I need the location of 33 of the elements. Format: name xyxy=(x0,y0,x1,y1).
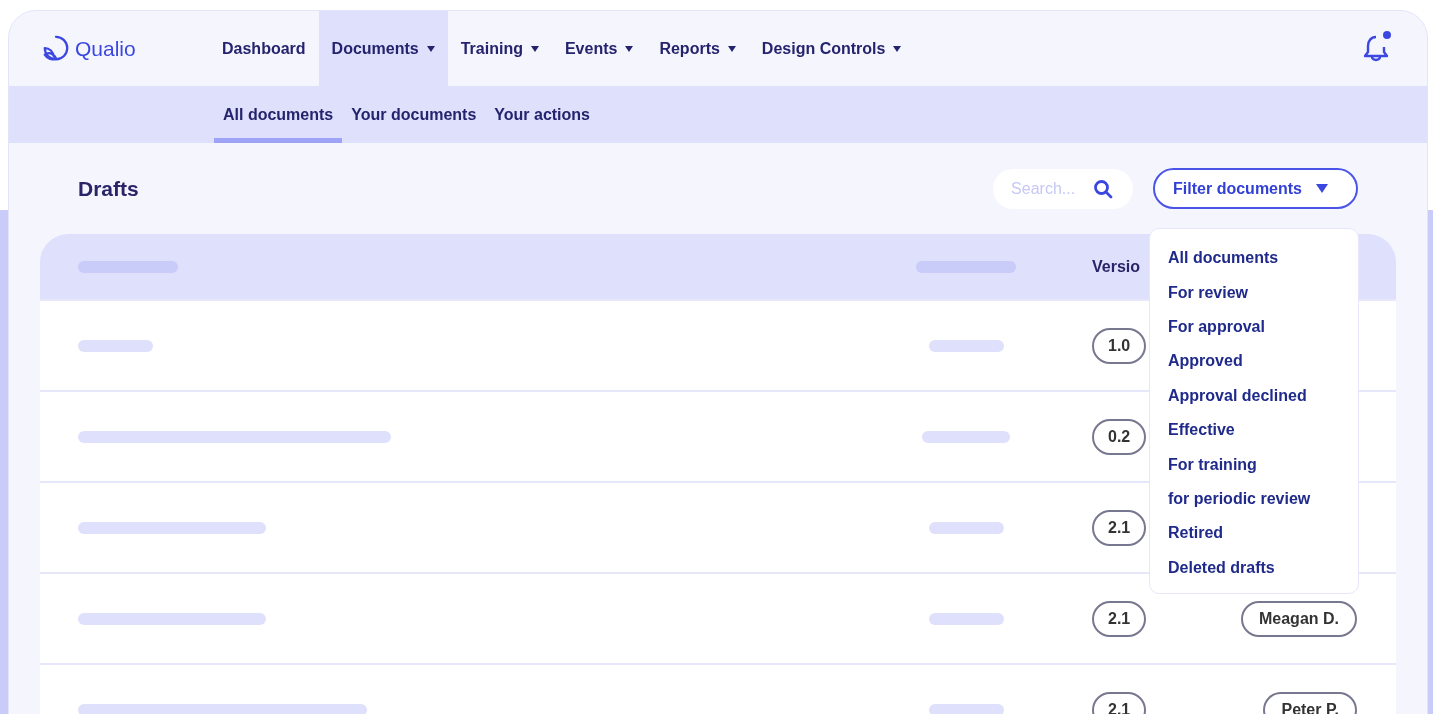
version-tag: 0.2 xyxy=(1092,418,1147,455)
filter-option[interactable]: Approved xyxy=(1150,344,1358,379)
owner-tag: Peter P. xyxy=(1263,691,1357,714)
nav-menu-item[interactable]: Documents xyxy=(318,11,448,86)
nav-menu-item[interactable]: Training xyxy=(447,11,552,86)
filter-option[interactable]: Retired xyxy=(1150,516,1358,551)
filter-option[interactable]: For review xyxy=(1150,275,1358,310)
caret-icon xyxy=(1316,184,1328,193)
nav-menu-item[interactable]: Design Controls xyxy=(748,11,915,86)
owner-tag: Meagan D. xyxy=(1241,600,1357,637)
version-tag: 1.0 xyxy=(1092,327,1147,364)
version-tag: 2.1 xyxy=(1092,509,1147,546)
filter-option[interactable]: Approval declined xyxy=(1150,378,1358,413)
filter-option[interactable]: for periodic review xyxy=(1150,481,1358,517)
search-icon xyxy=(1093,178,1114,199)
filter-documents-button[interactable]: Filter documents xyxy=(1153,168,1358,209)
nav-menu-item[interactable]: Dashboard xyxy=(209,11,319,86)
nav-menu-item[interactable]: Events xyxy=(551,11,647,86)
filter-option[interactable]: For training xyxy=(1150,447,1358,482)
sub-tab[interactable]: Your documents xyxy=(342,86,486,143)
sub-tab[interactable]: Your actions xyxy=(485,86,599,143)
brand-name: Qualio xyxy=(75,36,136,61)
page-title: Drafts xyxy=(78,176,139,201)
filter-option[interactable]: For approval xyxy=(1150,309,1358,345)
nav-menu-item[interactable]: Reports xyxy=(646,11,749,86)
sub-tab[interactable]: All documents xyxy=(214,86,343,143)
version-tag: 2.1 xyxy=(1092,600,1147,637)
filter-option[interactable]: All documents xyxy=(1150,241,1358,276)
filter-option[interactable]: Effective xyxy=(1150,412,1358,448)
version-tag: 2.1 xyxy=(1092,691,1147,714)
column-header: Versio xyxy=(1092,257,1141,275)
search-field[interactable]: Search... xyxy=(993,168,1134,209)
filter-option[interactable]: Deleted drafts xyxy=(1150,550,1358,585)
